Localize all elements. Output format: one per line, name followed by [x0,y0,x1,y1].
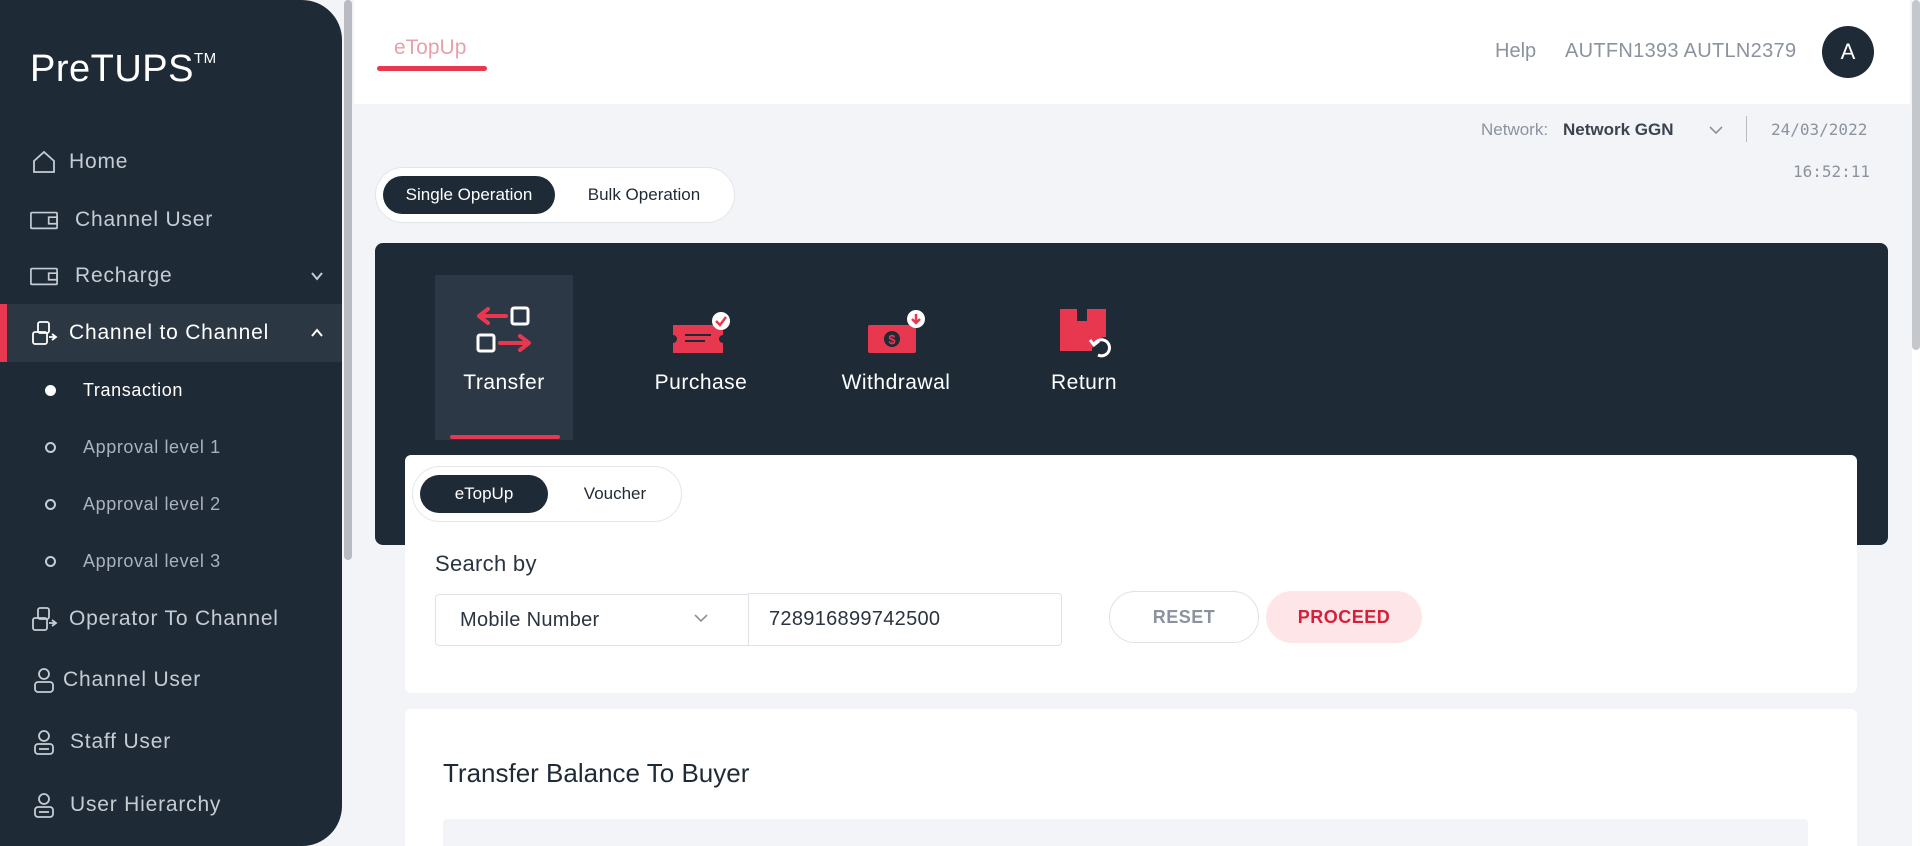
withdrawal-label: Withdrawal [841,371,951,394]
sidebar-item-label: Channel User [75,208,213,231]
sidebar-item-label: Home [69,150,129,173]
sidebar-item-staff-user[interactable]: Staff User [0,713,342,771]
avatar[interactable]: A [1822,26,1874,78]
sidebar-item-recharge[interactable]: Recharge [0,247,342,305]
sidebar-item-operator-to-channel[interactable]: Operator To Channel [0,590,342,648]
bullet-icon [45,555,56,567]
sidebar-item-channel-user-2[interactable]: Channel User [0,651,342,709]
sidebar-item-label: Operator To Channel [69,607,279,630]
chevron-down-icon [311,272,323,281]
sidebar-item-channel-to-channel[interactable]: Channel to Channel [0,304,342,362]
sidebar-subitem-approval-2[interactable]: Approval level 2 [0,484,342,524]
sidebar-item-user-hierarchy[interactable]: User Hierarchy [0,776,342,834]
svg-text:$: $ [888,332,896,347]
sidebar-subitem-label: Approval level 3 [83,550,221,571]
return-icon [1060,309,1111,358]
top-bar: eTopUp Help AUTFN1393 AUTLN2379 A [354,0,1910,104]
sidebar-subitem-label: Approval level 2 [83,493,221,514]
mobile-number-input[interactable] [748,593,1062,646]
search-by-selected: Mobile Number [460,609,600,631]
transfer-label: Transfer [463,371,545,394]
sidebar-item-label: Channel User [63,668,201,691]
sidebar-subitem-approval-1[interactable]: Approval level 1 [0,427,342,467]
home-icon [30,148,58,176]
purchase-tile[interactable]: Purchase [632,275,770,440]
sidebar-item-label: Staff User [70,730,171,753]
network-select[interactable]: Network GGN [1563,120,1674,140]
help-link[interactable]: Help [1495,40,1536,63]
bullet-icon [45,384,56,396]
current-time: 16:52:11 [1793,162,1871,181]
user-icon [30,791,58,819]
reset-button[interactable]: RESET [1109,591,1259,643]
sidebar-subitem-approval-3[interactable]: Approval level 3 [0,541,342,581]
app-logo[interactable]: PreTUPSTM [30,48,217,91]
return-label: Return [1050,371,1118,394]
bulk-operation-button[interactable]: Bulk Operation [560,176,728,214]
chevron-up-icon [311,328,323,337]
purchase-label: Purchase [654,371,748,394]
sidebar-scrollbar[interactable] [344,0,352,560]
bullet-icon [45,498,56,510]
chevron-down-icon[interactable] [1708,122,1724,138]
user-name: AUTFN1393 AUTLN2379 [1565,40,1797,62]
sidebar-item-channel-user[interactable]: Channel User [0,191,342,249]
product-type-toggle: eTopUp Voucher [412,466,682,522]
etopup-button[interactable]: eTopUp [420,475,548,513]
chevron-down-icon [694,614,708,623]
page-scrollbar-thumb[interactable] [1912,0,1920,350]
search-by-label: Search by [435,551,537,576]
withdrawal-icon: $ [868,310,925,353]
sidebar-item-label: User Hierarchy [70,793,222,816]
divider [1746,116,1747,142]
proceed-button[interactable]: PROCEED [1266,591,1422,643]
sidebar-item-label: Recharge [75,264,173,287]
sidebar-item-label: Channel to Channel [69,321,270,344]
user-icon [30,666,58,694]
tile-active-indicator [450,435,560,439]
transfer-tile[interactable]: Transfer [435,275,573,440]
search-by-select[interactable]: Mobile Number [435,594,750,646]
withdrawal-tile[interactable]: $ Withdrawal [827,275,965,440]
current-date: 24/03/2022 [1771,120,1868,139]
tab-active-indicator [377,66,487,71]
user-icon [30,728,58,756]
transfer-icon [476,306,531,353]
wallet-icon [30,206,58,234]
transfer-users-icon [30,319,58,347]
sidebar-subitem-transaction[interactable]: Transaction [0,370,342,410]
sidebar-item-home[interactable]: Home [0,133,342,191]
section-content-strip [443,819,1808,846]
section-title: Transfer Balance To Buyer [443,758,750,788]
sidebar-subitem-label: Approval level 1 [83,436,221,457]
page-scrollbar[interactable] [1912,0,1920,846]
purchase-icon [673,312,730,353]
tab-etopup[interactable]: eTopUp [394,36,466,60]
transfer-users-icon [30,605,58,633]
single-operation-button[interactable]: Single Operation [383,176,555,214]
sidebar-subitem-label: Transaction [83,379,183,400]
wallet-icon [30,262,58,290]
bullet-icon [45,441,56,453]
return-tile[interactable]: Return [1015,275,1153,440]
voucher-button[interactable]: Voucher [553,475,677,513]
network-label: Network: [1481,120,1549,139]
sidebar: PreTUPSTM Home Channel User Recharge Cha… [0,0,342,846]
operation-mode-toggle: Single Operation Bulk Operation [375,167,735,223]
